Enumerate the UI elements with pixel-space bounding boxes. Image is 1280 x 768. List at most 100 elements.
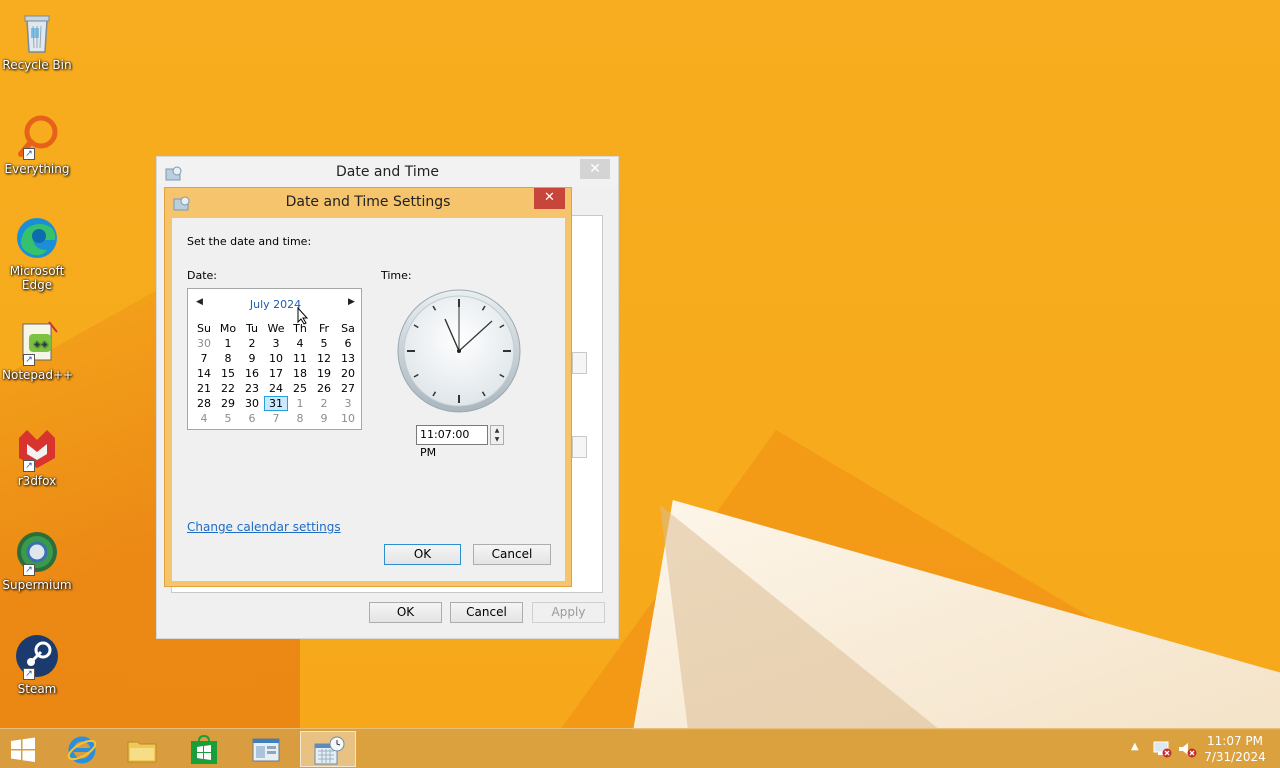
desktop-icon-label: Notepad++	[2, 368, 74, 382]
calendar-day[interactable]: 9	[312, 411, 336, 426]
taskbar-control-panel[interactable]	[238, 731, 294, 767]
calendar-day[interactable]: 2	[312, 396, 336, 411]
date-label: Date:	[187, 269, 217, 282]
calendar-day[interactable]: 1	[288, 396, 312, 411]
calendar-day[interactable]: 25	[288, 381, 312, 396]
calendar-day[interactable]: 2	[240, 336, 264, 351]
desktop-icon-steam[interactable]: ↗ Steam	[2, 632, 72, 696]
ok-button[interactable]: OK	[384, 544, 461, 565]
store-icon	[191, 734, 217, 764]
calendar-day[interactable]: 31	[264, 396, 288, 411]
edge-icon	[13, 214, 61, 262]
calendar-day[interactable]: 10	[264, 351, 288, 366]
calendar-day[interactable]: 8	[216, 351, 240, 366]
panel-button-fragment[interactable]	[572, 436, 587, 458]
start-button[interactable]	[0, 731, 46, 767]
calendar-month-title[interactable]: July 2024	[188, 298, 363, 311]
calendar-day[interactable]: 1	[216, 336, 240, 351]
clock-time: 11:07 PM	[1207, 734, 1263, 748]
calendar-day[interactable]: 20	[336, 366, 360, 381]
calendar-day[interactable]: 13	[336, 351, 360, 366]
window-titlebar[interactable]: Date and Time ✕	[157, 157, 618, 187]
notepadpp-icon: ++ ↗	[13, 318, 61, 366]
calendar-day[interactable]: 6	[336, 336, 360, 351]
calendar-day[interactable]: 29	[216, 396, 240, 411]
taskbar-file-explorer[interactable]	[114, 731, 170, 767]
ok-button[interactable]: OK	[369, 602, 442, 623]
time-spinner[interactable]: ▲ ▼	[490, 425, 504, 445]
close-button[interactable]: ✕	[580, 159, 610, 179]
cancel-button[interactable]: Cancel	[473, 544, 551, 565]
calendar-day[interactable]: 26	[312, 381, 336, 396]
calendar-day[interactable]: 27	[336, 381, 360, 396]
apply-button[interactable]: Apply	[532, 602, 605, 623]
cancel-button[interactable]: Cancel	[450, 602, 523, 623]
calendar-day[interactable]: 3	[264, 336, 288, 351]
dialog-client: Set the date and time: Date: Time: ◀ Jul…	[172, 218, 565, 581]
desktop-icon-everything[interactable]: ↗ Everything	[2, 112, 72, 176]
calendar-day[interactable]: 18	[288, 366, 312, 381]
calendar-day[interactable]: 7	[192, 351, 216, 366]
calendar-day[interactable]: 7	[264, 411, 288, 426]
folder-icon	[127, 741, 157, 763]
calendar-day[interactable]: 5	[312, 336, 336, 351]
calendar-day[interactable]: 30	[192, 336, 216, 351]
calendar-day[interactable]: 4	[192, 411, 216, 426]
close-button[interactable]: ✕	[534, 188, 565, 209]
calendar-day[interactable]: 15	[216, 366, 240, 381]
calendar-day[interactable]: 14	[192, 366, 216, 381]
calendar-day[interactable]: 30	[240, 396, 264, 411]
calendar-day[interactable]: 19	[312, 366, 336, 381]
calendar-day[interactable]: 11	[288, 351, 312, 366]
taskbar-internet-explorer[interactable]	[54, 731, 110, 767]
calendar-day[interactable]: 28	[192, 396, 216, 411]
calendar-day[interactable]: 16	[240, 366, 264, 381]
network-icon[interactable]	[1152, 740, 1172, 761]
desktop-icon-microsoft-edge[interactable]: Microsoft Edge	[2, 214, 72, 292]
calendar-weekday-header: Mo	[219, 322, 237, 335]
shortcut-arrow-icon: ↗	[23, 460, 35, 472]
show-hidden-icons-icon[interactable]: ▲	[1131, 741, 1139, 752]
taskbar-clock[interactable]: 11:07 PM 7/31/2024	[1200, 733, 1270, 765]
taskbar-date-and-time[interactable]	[300, 731, 356, 767]
volume-muted-icon[interactable]	[1177, 740, 1197, 761]
clock-date: 7/31/2024	[1204, 750, 1266, 764]
taskbar-store[interactable]	[176, 731, 232, 767]
desktop-icon-label: Recycle Bin	[2, 58, 72, 72]
calendar-weekday-header: Sa	[341, 322, 355, 335]
calendar-day[interactable]: 10	[336, 411, 360, 426]
calendar-day[interactable]: 6	[240, 411, 264, 426]
analog-clock	[396, 288, 522, 417]
calendar-day[interactable]: 21	[192, 381, 216, 396]
calendar-day[interactable]: 22	[216, 381, 240, 396]
calendar-day[interactable]: 24	[264, 381, 288, 396]
calendar-day[interactable]: 9	[240, 351, 264, 366]
time-label: Time:	[381, 269, 412, 282]
calendar-day[interactable]: 23	[240, 381, 264, 396]
change-calendar-settings-link[interactable]: Change calendar settings	[187, 520, 341, 534]
spin-up-icon[interactable]: ▲	[491, 426, 503, 435]
calendar-day[interactable]: 12	[312, 351, 336, 366]
desktop-icon-notepadpp[interactable]: ++ ↗ Notepad++	[2, 318, 74, 382]
spin-down-icon[interactable]: ▼	[491, 435, 503, 444]
mouse-cursor-icon	[297, 306, 309, 328]
panel-button-fragment[interactable]	[572, 352, 587, 374]
calendar-weekday-header: Fr	[318, 322, 330, 335]
calendar-day[interactable]: 4	[288, 336, 312, 351]
calendar-day[interactable]: 17	[264, 366, 288, 381]
time-input[interactable]: 11:07:00 PM	[416, 425, 488, 459]
desktop-icon-label: Supermium	[2, 578, 72, 592]
date-time-settings-dialog: Date and Time Settings ✕ Set the date an…	[164, 187, 572, 587]
calendar[interactable]: ◀ July 2024 ▶ Su Mo Tu We Th Fr Sa 30 1 2 3 4 5 6 7 8 9 1…	[187, 288, 362, 430]
desktop-icon-recycle-bin[interactable]: Recycle Bin	[2, 8, 72, 72]
next-month-icon[interactable]: ▶	[348, 297, 355, 307]
svg-text:++: ++	[33, 340, 48, 350]
desktop-icon-r3dfox[interactable]: ↗ r3dfox	[2, 424, 72, 488]
taskbar: ▲ 11:07 PM 7/31/2024	[0, 728, 1280, 768]
desktop-icon-supermium[interactable]: ↗ Supermium	[2, 528, 72, 592]
calendar-weekday-header: Tu	[245, 322, 259, 335]
calendar-day[interactable]: 5	[216, 411, 240, 426]
calendar-day[interactable]: 8	[288, 411, 312, 426]
calendar-day[interactable]: 3	[336, 396, 360, 411]
dialog-titlebar[interactable]: Date and Time Settings ✕	[165, 188, 571, 218]
